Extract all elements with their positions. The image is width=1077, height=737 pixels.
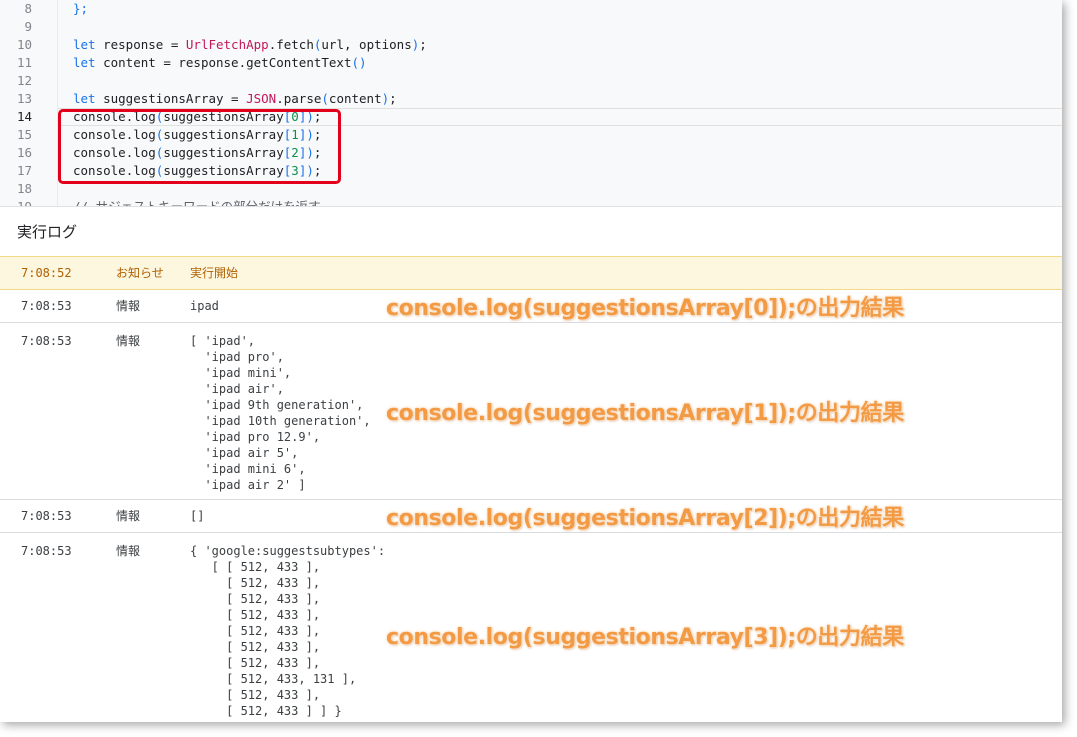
code-text: let suggestionsArray = JSON.parse(conten… [73,90,397,108]
log-level: 情報 [116,509,141,523]
log-level: 情報 [116,544,141,558]
code-token: response [178,55,239,70]
line-number: 10 [16,37,32,52]
code-token: options [359,37,412,52]
code-token: ; [389,91,397,106]
output-annotation-2: console.log(suggestionsArray[2]);の出力結果 [386,506,904,531]
code-token: content [328,91,382,106]
code-token: ( [351,55,360,70]
line-number: 18 [16,181,32,196]
line-number: 12 [16,73,32,88]
code-token: JSON [246,91,277,106]
screenshot-frame: 8 }; 9 10 let response = UrlFetchApp.fet… [0,0,1062,722]
log-time: 7:08:53 [21,334,72,348]
code-token: ) [381,91,390,106]
code-line[interactable]: 10 let response = UrlFetchApp.fetch(url,… [0,36,1062,54]
code-token: parse [283,91,322,106]
code-token: let [73,55,96,70]
log-message: 実行開始 [190,266,239,280]
log-time: 7:08:53 [21,299,72,313]
log-message: { 'google:suggestsubtypes': [ [ 512, 433… [190,544,386,718]
code-token: fetch [276,37,314,52]
line-number: 11 [16,55,32,70]
code-editor[interactable]: 8 }; 9 10 let response = UrlFetchApp.fet… [0,0,1062,207]
log-message: [ 'ipad', 'ipad pro', 'ipad mini', 'ipad… [190,334,371,492]
code-line[interactable]: 8 }; [0,0,1062,18]
line-number: 8 [24,1,32,16]
log-row-notice: 7:08:52 お知らせ 実行開始 [0,256,1062,290]
code-token: = [155,55,179,70]
code-token: ; [419,37,427,52]
code-token: , [343,37,360,52]
log-message: ipad [190,299,219,313]
log-panel-title: 実行ログ [17,223,78,241]
log-time: 7:08:52 [21,266,72,280]
code-token: UrlFetchApp [185,37,269,52]
code-line[interactable]: 12 [0,72,1062,90]
code-text: let content = response.getContentText() [73,54,367,72]
code-line[interactable]: 13 let suggestionsArray = JSON.parse(con… [0,90,1062,108]
line-number: 14 [16,109,32,124]
code-token: . [238,55,247,70]
code-token: getContentText [246,55,352,70]
log-time: 7:08:53 [21,544,72,558]
code-token: let [73,91,96,106]
log-level: お知らせ [116,266,164,280]
code-line[interactable]: 9 [0,18,1062,36]
line-number: 17 [16,163,32,178]
code-text: let response = UrlFetchApp.fetch(url, op… [73,36,427,54]
code-token: suggestionsArray [103,91,224,106]
code-token: content [103,55,156,70]
output-annotation-1: console.log(suggestionsArray[1]);の出力結果 [386,401,904,426]
line-number: 9 [24,19,32,34]
code-token: = [163,37,186,52]
code-line[interactable]: 11 let content = response.getContentText… [0,54,1062,72]
code-token: url [321,37,344,52]
log-time: 7:08:53 [21,509,72,523]
line-number: 15 [16,127,32,142]
output-annotation-0: console.log(suggestionsArray[0]);の出力結果 [386,296,904,321]
log-level: 情報 [116,334,141,348]
code-token: = [223,91,247,106]
code-token: ( [321,91,329,106]
output-annotation-3: console.log(suggestionsArray[3]);の出力結果 [386,625,904,650]
code-token: response [103,37,164,52]
code-text: }; [73,0,88,18]
log-level: 情報 [116,299,141,313]
line-number: 13 [16,91,32,106]
code-token: let [73,37,96,52]
code-token: ) [359,55,367,70]
line-number: 16 [16,145,32,160]
log-message: [] [190,509,205,523]
code-token: }; [73,1,89,16]
code-token: . [276,91,284,106]
red-highlight-box [58,109,341,184]
